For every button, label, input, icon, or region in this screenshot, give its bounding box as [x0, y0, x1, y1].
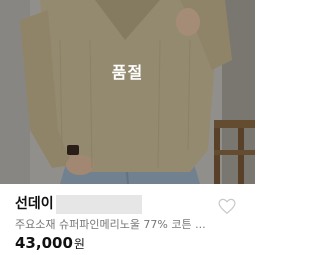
- sold-out-label: 품절: [111, 63, 144, 82]
- price-value: 43,000: [15, 234, 73, 252]
- heart-outline-icon[interactable]: [218, 198, 236, 215]
- product-image[interactable]: 품절: [0, 0, 255, 184]
- price-row: 43,000 원: [15, 234, 85, 254]
- product-card[interactable]: 품절 선데이 주요소재 슈퍼파인메리노울 77% 코튼 ... 43,000 원: [0, 0, 255, 255]
- product-title[interactable]: 주요소재 슈퍼파인메리노울 77% 코튼 ...: [15, 218, 235, 232]
- shop-row: 선데이: [15, 194, 142, 214]
- sold-out-overlay: [0, 0, 255, 184]
- price-currency: 원: [73, 237, 85, 251]
- shop-name-redaction: [55, 194, 142, 214]
- shop-name[interactable]: 선데이: [15, 194, 54, 214]
